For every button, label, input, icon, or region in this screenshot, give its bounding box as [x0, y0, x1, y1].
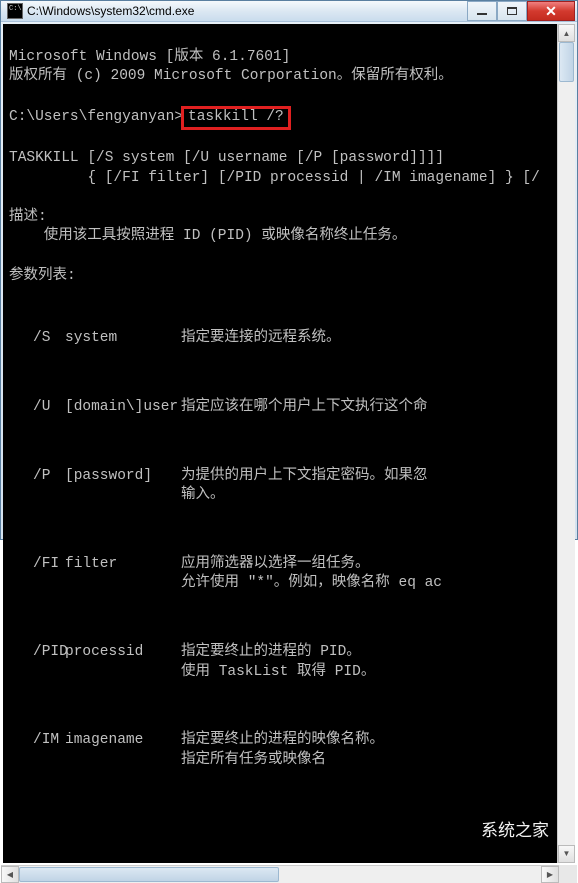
window-title: C:\Windows\system32\cmd.exe [27, 4, 467, 18]
vertical-scrollbar[interactable]: ▲ ▼ [557, 24, 575, 863]
maximize-icon [507, 7, 517, 15]
param-desc: 指定应该在哪个用户上下文执行这个命 [181, 398, 551, 418]
param-name: [password] [65, 467, 181, 506]
scroll-thumb-h[interactable] [19, 867, 279, 882]
param-row: /PID processid 指定要终止的进程的 PID。 使用 TaskLis… [9, 643, 551, 682]
watermark: 系统之家 [445, 819, 549, 845]
scroll-corner [559, 865, 577, 883]
desc-text: 使用该工具按照进程 ID (PID) 或映像名称终止任务。 [9, 228, 406, 244]
header-line-1: Microsoft Windows [版本 6.1.7601] [9, 49, 290, 65]
minimize-button[interactable] [467, 1, 497, 21]
param-flag: /P [9, 467, 65, 506]
param-row: /S system 指定要连接的远程系统。 [9, 329, 551, 349]
param-flag: /FI [9, 555, 65, 594]
watermark-text: 系统之家 [481, 820, 549, 843]
close-button[interactable]: ✕ [527, 1, 575, 21]
prompt-line: C:\Users\fengyanyan>taskkill /? [9, 109, 291, 125]
param-row: /U [domain\]user 指定应该在哪个用户上下文执行这个命 [9, 398, 551, 418]
param-desc: 应用筛选器以选择一组任务。 允许使用 "*"。例如，映像名称 eq ac [181, 555, 551, 594]
cmd-window: C:\Windows\system32\cmd.exe ✕ Microsoft … [0, 0, 578, 540]
param-desc: 指定要连接的远程系统。 [181, 329, 551, 349]
usage-line-1: TASKKILL [/S system [/U username [/P [pa… [9, 150, 444, 166]
header-line-2: 版权所有 (c) 2009 Microsoft Corporation。保留所有… [9, 68, 453, 84]
console-output[interactable]: Microsoft Windows [版本 6.1.7601] 版权所有 (c)… [3, 24, 557, 863]
param-flag: /U [9, 398, 65, 418]
scroll-thumb-v[interactable] [559, 42, 574, 82]
scroll-track-h[interactable] [19, 866, 541, 883]
scroll-track-v[interactable] [558, 42, 575, 845]
param-desc: 指定要终止的进程的 PID。 使用 TaskList 取得 PID。 [181, 643, 551, 682]
command-highlight: taskkill /? [181, 106, 291, 129]
console-wrap: Microsoft Windows [版本 6.1.7601] 版权所有 (c)… [1, 22, 577, 865]
param-name: processid [65, 643, 181, 682]
close-icon: ✕ [545, 3, 557, 20]
scroll-left-button[interactable]: ◀ [1, 866, 19, 883]
scroll-up-button[interactable]: ▲ [558, 24, 575, 42]
horizontal-scrollbar[interactable]: ◀ ▶ [1, 865, 559, 883]
scroll-down-button[interactable]: ▼ [558, 845, 575, 863]
param-name: imagename [65, 731, 181, 770]
param-name: system [65, 329, 181, 349]
titlebar[interactable]: C:\Windows\system32\cmd.exe ✕ [1, 1, 577, 22]
param-flag: /IM [9, 731, 65, 770]
param-row: /FI filter 应用筛选器以选择一组任务。 允许使用 "*"。例如，映像名… [9, 555, 551, 594]
desc-heading: 描述: [9, 209, 47, 225]
window-buttons: ✕ [467, 1, 575, 21]
param-name: [domain\]user [65, 398, 181, 418]
param-desc: 指定要终止的进程的映像名称。 指定所有任务或映像名 [181, 731, 551, 770]
param-flag: /S [9, 329, 65, 349]
param-flag: /PID [9, 643, 65, 682]
maximize-button[interactable] [497, 1, 527, 21]
usage-line-2: { [/FI filter] [/PID processid | /IM ima… [9, 170, 540, 186]
minimize-icon [477, 13, 487, 15]
param-row: /P [password] 为提供的用户上下文指定密码。如果忽 输入。 [9, 467, 551, 506]
param-row: /IM imagename 指定要终止的进程的映像名称。 指定所有任务或映像名 [9, 731, 551, 770]
params-heading: 参数列表: [9, 268, 76, 284]
param-name: filter [65, 555, 181, 594]
prompt-path: C:\Users\fengyanyan> [9, 109, 183, 125]
scroll-right-button[interactable]: ▶ [541, 866, 559, 883]
cmd-icon [7, 3, 23, 19]
house-icon [445, 819, 475, 845]
params-table: /S system 指定要连接的远程系统。 /U [domain\]user 指… [9, 290, 551, 800]
param-desc: 为提供的用户上下文指定密码。如果忽 输入。 [181, 467, 551, 506]
